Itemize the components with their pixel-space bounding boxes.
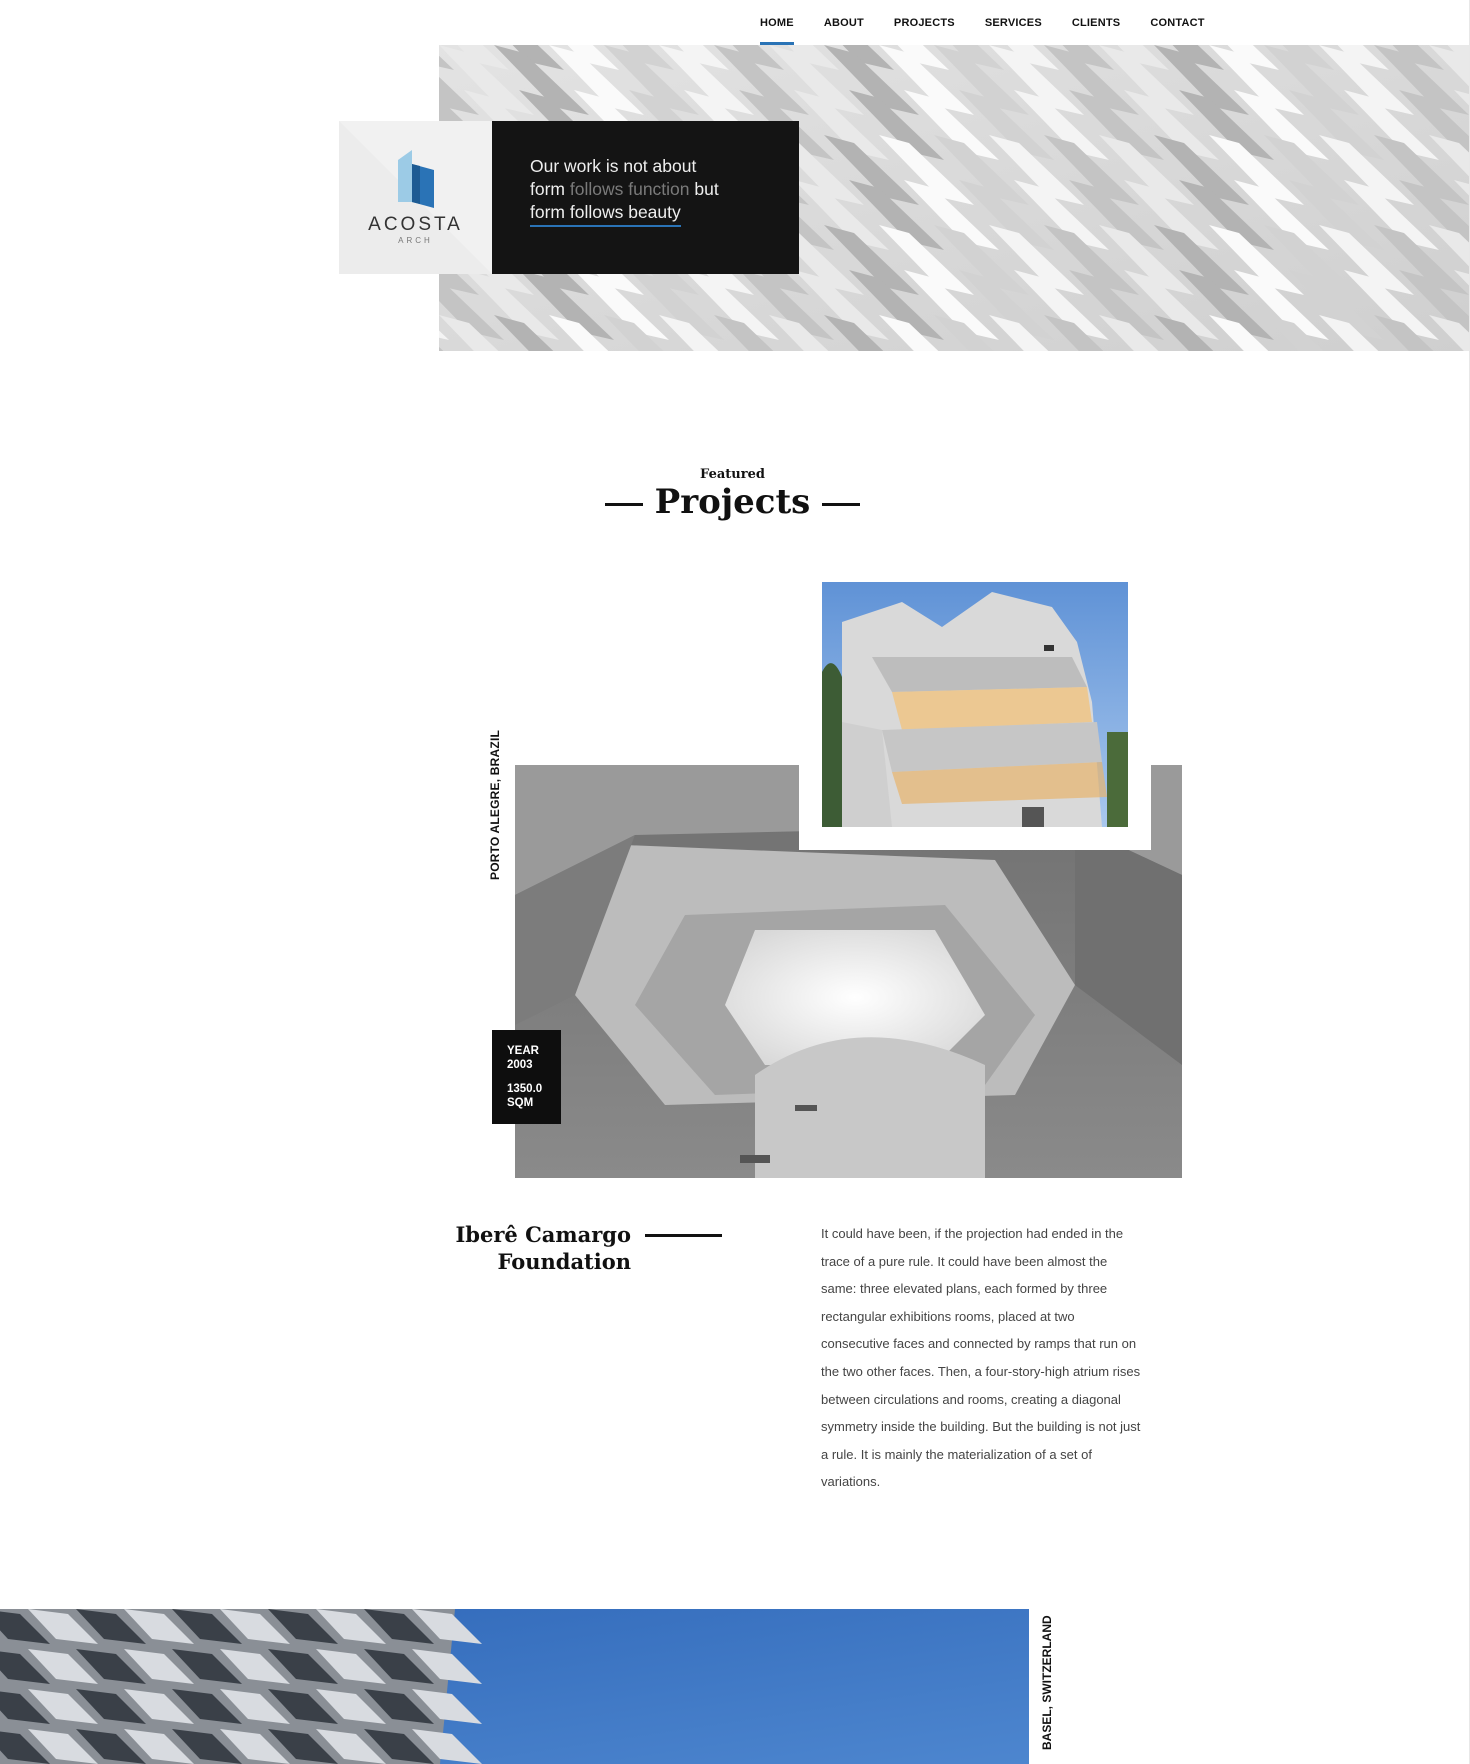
tagline-muted: follows function [569,179,690,199]
hero-tagline: Our work is not about form follows funct… [530,155,770,227]
project-description: It could have been, if the projection ha… [821,1226,1141,1490]
main-nav: HOME ABOUT PROJECTS SERVICES CLIENTS CON… [760,0,1235,46]
area-value: 1350.0 [507,1083,543,1095]
tagline-text: form [530,179,565,199]
title-dash-left [604,502,643,506]
nav-clients[interactable]: CLIENTS [1072,0,1120,46]
nav-services[interactable]: SERVICES [985,0,1042,46]
next-project-image[interactable] [0,1609,1029,1764]
next-project-location: BASEL, SWITZERLAND [1040,1615,1054,1750]
building-logo-icon [397,150,434,208]
nav-projects[interactable]: PROJECTS [894,0,955,46]
tagline-text: Our work is not about [530,156,697,176]
project-location: PORTO ALEGRE, BRAZIL [488,729,502,880]
area-unit: SQM [507,1097,534,1109]
logo[interactable]: ACOSTA ARCH [339,121,492,274]
title-rule [645,1234,722,1237]
project-title-line: Iberê Camargo [455,1222,631,1247]
project-inset-image[interactable] [822,582,1128,827]
section-kicker: Featured [700,467,765,482]
nav-about[interactable]: ABOUT [824,0,864,46]
year-value: 2003 [507,1059,533,1071]
section-title: Projects [0,482,1465,522]
brand-sub: ARCH [398,236,433,245]
tagline-underlined: form follows beauty [530,201,681,227]
year-label: YEAR [507,1045,539,1057]
nav-contact[interactable]: CONTACT [1150,0,1204,46]
tagline-box: Our work is not about form follows funct… [492,121,799,274]
tagline-text: but [694,179,719,199]
project-title[interactable]: Iberê Camargo Foundation [430,1221,631,1275]
section-title-text: Projects [654,482,811,522]
project-stats: YEAR 2003 1350.0 SQM [492,1030,561,1124]
nav-home[interactable]: HOME [760,0,794,46]
project-title-line: Foundation [497,1249,631,1274]
title-dash-right [822,502,861,506]
brand-name: ACOSTA [368,214,463,235]
